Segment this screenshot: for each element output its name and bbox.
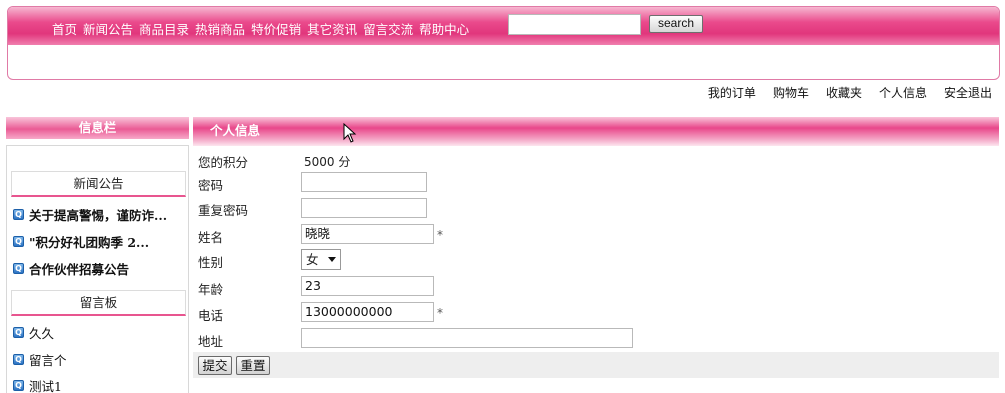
news-item-icon: Q [13,235,24,247]
guestbook-item-icon: Q [13,326,24,338]
guestbook-section-title: 留言板 [11,290,186,316]
confirm-password-label: 重复密码 [198,203,249,218]
sidebar-header: 信息栏 [6,117,189,139]
gender-label: 性别 [198,255,224,270]
points-label: 您的积分 [198,155,249,170]
nav-links: 首页 新闻公告 商品目录 热销商品 特价促销 其它资讯 留言交流 帮助中心 [52,19,475,38]
news-item[interactable]: Q 关于提高警惕，谨防诈... [13,204,167,224]
guestbook-item[interactable]: Q 久久 [13,322,54,342]
nav-news[interactable]: 新闻公告 [83,19,133,38]
nav-home[interactable]: 首页 [52,19,77,38]
guestbook-item[interactable]: Q 测试1 [13,375,62,393]
name-field[interactable]: 晓晓 [301,224,434,244]
cart-link[interactable]: 购物车 [773,84,809,101]
submit-button[interactable]: 提交 [198,356,232,375]
nav-other[interactable]: 其它资讯 [307,19,357,38]
guestbook-item-title[interactable]: 留言个 [29,350,67,369]
news-item[interactable]: Q "积分好礼团购季 2... [13,231,149,251]
confirm-password-field[interactable] [301,198,427,218]
news-item-icon: Q [13,208,24,220]
news-section-title: 新闻公告 [11,171,186,197]
main-header-strip [193,139,999,146]
password-field[interactable] [301,172,427,192]
guestbook-item-title[interactable]: 久久 [29,323,54,342]
name-required-mark: * [437,228,443,242]
form-button-bar [193,352,999,378]
points-value: 5000 分 [304,155,351,169]
main-header: 个人信息 [193,117,999,139]
age-label: 年龄 [198,282,224,297]
guestbook-item-title[interactable]: 测试1 [29,376,62,393]
reset-button[interactable]: 重置 [236,356,270,375]
page: 首页 新闻公告 商品目录 热销商品 特价促销 其它资讯 留言交流 帮助中心 se… [0,0,1005,393]
news-item-title[interactable]: 合作伙伴招募公告 [29,259,129,278]
my-orders-link[interactable]: 我的订单 [708,84,756,101]
nav-hot[interactable]: 热销商品 [195,19,245,38]
phone-label: 电话 [198,308,224,323]
guestbook-item-icon: Q [13,379,24,391]
nav-catalog[interactable]: 商品目录 [139,19,189,38]
sidebar: 新闻公告 Q 关于提高警惕，谨防诈... Q "积分好礼团购季 2... Q 合… [6,145,189,393]
nav-bar: 首页 新闻公告 商品目录 热销商品 特价促销 其它资讯 留言交流 帮助中心 se… [8,7,999,45]
main-header-title: 个人信息 [210,123,261,138]
name-label: 姓名 [198,230,224,245]
chevron-down-icon [328,257,336,262]
gender-select[interactable]: 女 [301,249,341,270]
logout-link[interactable]: 安全退出 [944,84,992,101]
profile-link[interactable]: 个人信息 [879,84,927,101]
guestbook-item-icon: Q [13,353,24,365]
address-field[interactable] [301,328,633,348]
news-item[interactable]: Q 合作伙伴招募公告 [13,258,129,278]
phone-required-mark: * [437,306,443,320]
gender-select-value: 女 [306,252,319,267]
guestbook-item[interactable]: Q 留言个 [13,349,67,369]
search-button[interactable]: search [649,15,703,33]
password-label: 密码 [198,178,224,193]
user-links: 我的订单 购物车 收藏夹 个人信息 安全退出 [691,84,992,101]
nav-guestbook[interactable]: 留言交流 [363,19,413,38]
address-label: 地址 [198,334,224,349]
nav-help[interactable]: 帮助中心 [419,19,469,38]
news-item-title[interactable]: "积分好礼团购季 2... [29,232,149,251]
news-item-title[interactable]: 关于提高警惕，谨防诈... [29,205,167,224]
top-banner: 首页 新闻公告 商品目录 热销商品 特价促销 其它资讯 留言交流 帮助中心 se… [7,6,1000,80]
mouse-cursor-icon [343,123,357,143]
news-item-icon: Q [13,262,24,274]
age-field[interactable]: 23 [301,276,434,296]
phone-field[interactable]: 13000000000 [301,302,434,322]
search-input[interactable] [508,14,641,35]
favorites-link[interactable]: 收藏夹 [826,84,862,101]
nav-sale[interactable]: 特价促销 [251,19,301,38]
